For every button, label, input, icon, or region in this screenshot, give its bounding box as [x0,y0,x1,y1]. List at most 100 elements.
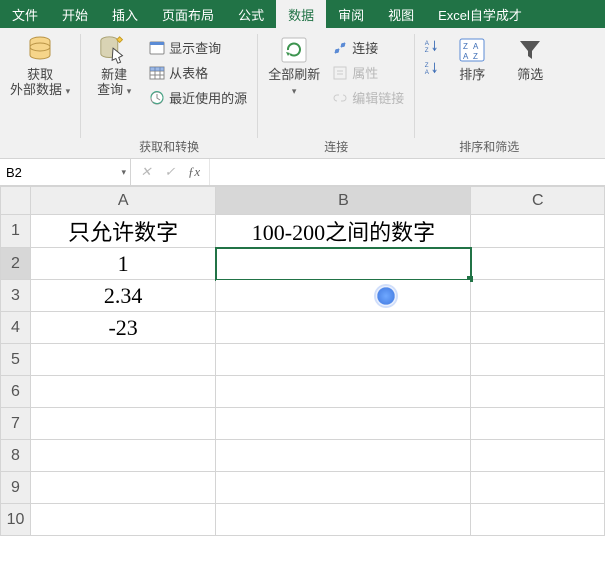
properties-icon [332,65,348,81]
cell-A1[interactable]: 只允许数字 [30,215,215,248]
tab-custom[interactable]: Excel自学成才 [426,0,534,28]
cell-A5[interactable] [30,344,215,376]
cell-A9[interactable] [30,472,215,504]
cell-C8[interactable] [471,440,605,472]
svg-text:Z: Z [473,52,478,61]
filter-icon [514,34,546,66]
cell-A3[interactable]: 2.34 [30,280,215,312]
properties-button: 属性 [328,61,408,84]
chevron-down-icon[interactable]: ▾ [121,167,126,178]
edit-links-icon [332,90,348,106]
sort-desc-icon: ZA [423,60,439,76]
chevron-down-icon: ▾ [127,86,132,96]
tab-home[interactable]: 开始 [50,0,100,28]
cursor-icon [376,286,396,306]
cell-C10[interactable] [471,504,605,536]
cell-A4[interactable]: -23 [30,312,215,344]
cell-A2[interactable]: 1 [30,248,215,280]
formula-controls: ✕ ✓ ƒx [131,159,210,185]
row-header-8[interactable]: 8 [1,440,31,472]
formula-input[interactable] [210,159,605,185]
cell-A7[interactable] [30,408,215,440]
cell-C9[interactable] [471,472,605,504]
database-icon [24,34,56,66]
tab-formulas[interactable]: 公式 [226,0,276,28]
row-header-3[interactable]: 3 [1,280,31,312]
cell-B3[interactable] [216,280,471,312]
from-table-button[interactable]: 从表格 [145,61,251,84]
cell-C1[interactable] [471,215,605,248]
ribbon-group-sort-filter: AZ ZA ZAAZ 排序 筛选 [415,28,563,158]
cell-B10[interactable] [216,504,471,536]
show-queries-label: 显示查询 [169,38,221,57]
col-header-A[interactable]: A [30,187,215,215]
row-header-7[interactable]: 7 [1,408,31,440]
new-query-label-1: 新建 [101,67,127,82]
get-data-label-2: 外部数据 [10,82,62,97]
cell-C2[interactable] [471,248,605,280]
tab-file[interactable]: 文件 [0,0,50,28]
name-box-input[interactable] [0,159,130,185]
cancel-formula-button: ✕ [135,159,157,185]
sort-asc-icon: AZ [423,38,439,54]
cell-A8[interactable] [30,440,215,472]
cell-A6[interactable] [30,376,215,408]
cell-C6[interactable] [471,376,605,408]
svg-text:Z: Z [425,62,429,69]
chevron-down-icon: ▾ [66,86,71,96]
svg-text:Z: Z [463,42,468,51]
cell-B9[interactable] [216,472,471,504]
svg-text:Z: Z [425,47,429,54]
svg-text:A: A [463,52,469,61]
cell-C7[interactable] [471,408,605,440]
cell-B4[interactable] [216,312,471,344]
cell-B2[interactable] [216,248,471,280]
cell-C4[interactable] [471,312,605,344]
connections-button[interactable]: 连接 [328,36,408,59]
new-query-button[interactable]: 新建 查询 ▾ [87,32,141,98]
cell-B6[interactable] [216,376,471,408]
sort-desc-button[interactable]: ZA [421,58,441,78]
cell-C3[interactable] [471,280,605,312]
sheet-table: A B C 1 只允许数字 100-200之间的数字 2 1 3 2.34 [0,186,605,536]
show-queries-icon [149,40,165,56]
cell-A10[interactable] [30,504,215,536]
ribbon-group-get-data: 获取 外部数据 ▾ [0,28,80,158]
filter-button[interactable]: 筛选 [503,32,557,83]
tab-page-layout[interactable]: 页面布局 [150,0,226,28]
recent-sources-icon [149,90,165,106]
connections-label: 连接 [352,38,378,57]
sort-asc-button[interactable]: AZ [421,36,441,56]
insert-function-button[interactable]: ƒx [183,159,205,185]
tab-insert[interactable]: 插入 [100,0,150,28]
chevron-down-icon: ▾ [292,86,297,96]
row-header-5[interactable]: 5 [1,344,31,376]
cell-B1[interactable]: 100-200之间的数字 [216,215,471,248]
recent-sources-button[interactable]: 最近使用的源 [145,86,251,109]
tab-view[interactable]: 视图 [376,0,426,28]
cell-C5[interactable] [471,344,605,376]
connections-small-buttons: 连接 属性 编辑链接 [328,32,408,109]
col-header-B[interactable]: B [216,187,471,215]
refresh-all-button[interactable]: 全部刷新 ▾ [264,32,324,98]
col-header-C[interactable]: C [471,187,605,215]
row-header-4[interactable]: 4 [1,312,31,344]
spreadsheet-grid: A B C 1 只允许数字 100-200之间的数字 2 1 3 2.34 [0,186,605,536]
tab-data[interactable]: 数据 [276,0,326,28]
cell-B8[interactable] [216,440,471,472]
cell-B5[interactable] [216,344,471,376]
row-header-10[interactable]: 10 [1,504,31,536]
properties-label: 属性 [352,63,378,82]
row-header-6[interactable]: 6 [1,376,31,408]
row-header-2[interactable]: 2 [1,248,31,280]
row-header-1[interactable]: 1 [1,215,31,248]
connections-group-label: 连接 [264,136,408,156]
get-external-data-button[interactable]: 获取 外部数据 ▾ [6,32,74,98]
select-all-corner[interactable] [1,187,31,215]
cell-B7[interactable] [216,408,471,440]
sort-button[interactable]: ZAAZ 排序 [445,32,499,83]
show-queries-button[interactable]: 显示查询 [145,36,251,59]
row-header-9[interactable]: 9 [1,472,31,504]
name-box[interactable]: ▾ [0,159,131,185]
tab-review[interactable]: 审阅 [326,0,376,28]
